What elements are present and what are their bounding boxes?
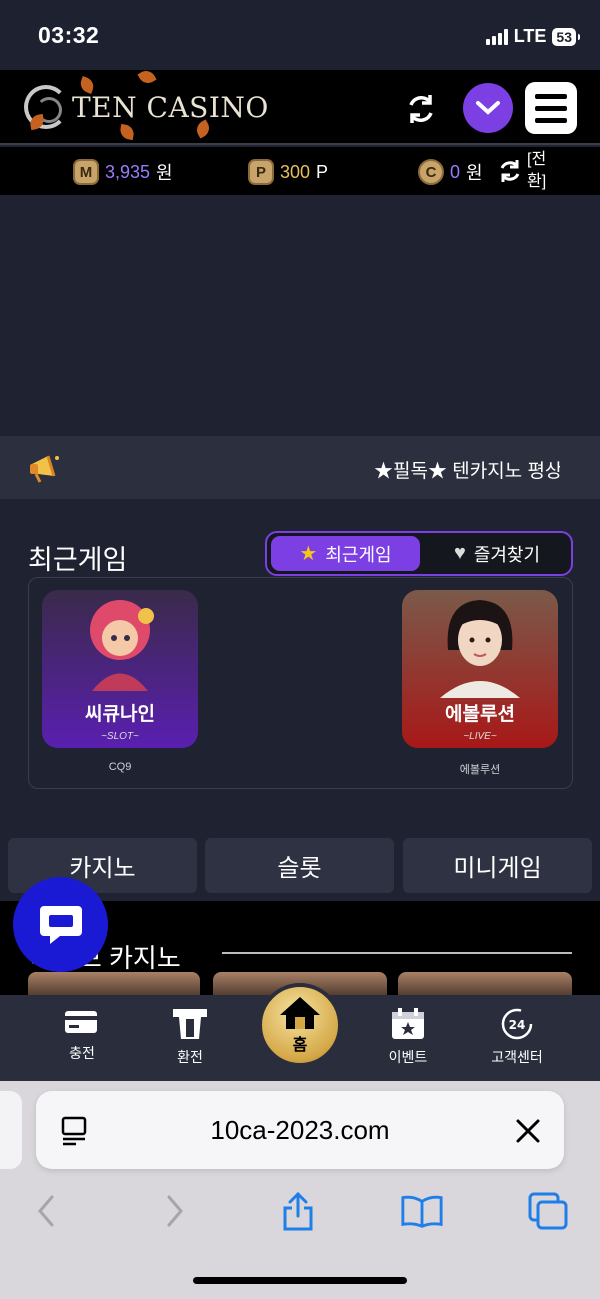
game-name: 씨큐나인 bbox=[85, 704, 155, 725]
chevron-right-icon bbox=[167, 1195, 183, 1227]
money-icon: M bbox=[73, 159, 99, 185]
point-value: 300 bbox=[280, 161, 311, 182]
comp-value: 0 bbox=[450, 161, 461, 182]
status-time: 03:32 bbox=[38, 22, 100, 48]
refresh-button[interactable] bbox=[400, 88, 442, 130]
comp-unit: 원 bbox=[466, 163, 483, 183]
live-dealer-image bbox=[440, 600, 520, 698]
svg-text:24: 24 bbox=[509, 1018, 526, 1032]
game-provider: CQ9 bbox=[108, 761, 132, 773]
nav-charge-label: 충전 bbox=[69, 1045, 95, 1061]
url-text: 10ca-2023.com bbox=[210, 1115, 390, 1145]
tabs-icon bbox=[528, 1192, 568, 1230]
logo-text: TEN CASINO bbox=[72, 90, 269, 124]
nav-home-label: 홈 bbox=[292, 1037, 308, 1054]
live-chat-button[interactable] bbox=[13, 877, 108, 972]
star-icon: ★ bbox=[299, 543, 318, 565]
game-provider: 에볼루션 bbox=[459, 764, 501, 776]
address-bar[interactable]: 10ca-2023.com bbox=[36, 1091, 564, 1169]
game-name: 에볼루션 bbox=[445, 704, 515, 725]
chat-bubble-icon bbox=[39, 905, 82, 944]
nav-support-label: 고객센터 bbox=[491, 1049, 543, 1065]
nav-home-button[interactable]: 홈 bbox=[258, 983, 342, 1067]
recent-games-list: 씨큐나인 ~SLOT~ CQ9 에볼루션 ~LIVE~ 에볼루션 bbox=[28, 577, 573, 789]
status-indicators: LTE 53 bbox=[485, 26, 580, 47]
exchange-label: [전환] bbox=[527, 151, 547, 190]
nav-event-label: 이벤트 bbox=[388, 1049, 428, 1065]
point-balance: P 300 P bbox=[248, 159, 328, 185]
home-indicator bbox=[193, 1277, 407, 1284]
money-balance: M 3,935 원 bbox=[73, 159, 173, 185]
browser-toolbar: 10ca-2023.com bbox=[0, 1081, 600, 1299]
game-tag: ~SLOT~ bbox=[101, 731, 139, 742]
section-divider bbox=[222, 952, 572, 954]
recent-games-toggle: ★ 최근게임 ♥ 즐겨찾기 bbox=[265, 531, 573, 576]
network-label: LTE bbox=[513, 26, 547, 46]
close-icon[interactable] bbox=[514, 1117, 542, 1145]
heart-icon: ♥ bbox=[453, 542, 466, 564]
notice-bar[interactable]: ★필독★ 텐카지노 평상 bbox=[0, 436, 600, 499]
hamburger-menu-button[interactable] bbox=[525, 82, 577, 134]
card-icon bbox=[65, 1011, 97, 1033]
chevron-down-icon bbox=[476, 101, 500, 115]
money-unit: 원 bbox=[156, 163, 173, 183]
exchange-icon bbox=[500, 160, 520, 182]
tab-recent-label: 최근게임 bbox=[325, 544, 392, 565]
book-icon bbox=[401, 1195, 443, 1228]
balance-bar: M 3,935 원 P 300 P C 0 원 [전환] bbox=[0, 147, 600, 195]
previous-tab[interactable] bbox=[0, 1091, 22, 1169]
forward-button[interactable] bbox=[153, 1189, 197, 1233]
game-tag: ~LIVE~ bbox=[463, 731, 497, 742]
point-unit: P bbox=[316, 161, 329, 182]
status-bar: 03:32 LTE 53 bbox=[0, 0, 600, 70]
nav-withdraw-label: 환전 bbox=[177, 1049, 203, 1065]
nav-support[interactable]: 24 고객센터 bbox=[477, 1007, 557, 1067]
comp-icon: C bbox=[418, 159, 444, 185]
share-icon bbox=[283, 1191, 313, 1231]
tab-favorites[interactable]: ♥ 즐겨찾기 bbox=[427, 536, 567, 571]
site-header: TEN CASINO bbox=[0, 67, 600, 145]
dropdown-button[interactable] bbox=[463, 83, 513, 133]
signal-icon bbox=[485, 28, 508, 45]
megaphone-icon bbox=[30, 455, 59, 483]
logo[interactable]: TEN CASINO bbox=[24, 82, 269, 132]
recent-games-title: 최근게임 bbox=[28, 545, 128, 575]
battery-icon: 53 bbox=[552, 27, 580, 46]
tab-recent[interactable]: ★ 최근게임 bbox=[271, 536, 420, 571]
notice-text: ★필독★ 텐카지노 평상 bbox=[374, 461, 560, 482]
category-minigame-button[interactable]: 미니게임 bbox=[403, 838, 592, 893]
game-card-evolution[interactable]: 에볼루션 ~LIVE~ bbox=[402, 590, 558, 748]
money-value: 3,935 bbox=[105, 161, 151, 182]
chevron-left-icon bbox=[38, 1195, 54, 1227]
nav-event[interactable]: 이벤트 bbox=[368, 1007, 448, 1067]
share-button[interactable] bbox=[276, 1189, 320, 1233]
bookmarks-button[interactable] bbox=[400, 1189, 444, 1233]
atm-icon bbox=[173, 1009, 207, 1039]
comp-balance: C 0 원 bbox=[418, 159, 483, 185]
refresh-icon bbox=[409, 95, 433, 123]
tab-favorites-label: 즐겨찾기 bbox=[473, 544, 541, 565]
home-icon bbox=[280, 997, 320, 1029]
tabs-button[interactable] bbox=[526, 1189, 570, 1233]
category-slot-button[interactable]: 슬롯 bbox=[205, 838, 394, 893]
back-button[interactable] bbox=[24, 1189, 68, 1233]
support-24-icon: 24 bbox=[501, 1008, 533, 1040]
game-card-cq9[interactable]: 씨큐나인 ~SLOT~ bbox=[42, 590, 198, 748]
exchange-button[interactable]: [전환] bbox=[495, 149, 551, 193]
nav-charge[interactable]: 충전 bbox=[42, 1007, 122, 1063]
nav-withdraw[interactable]: 환전 bbox=[150, 1007, 230, 1067]
slot-character-image bbox=[90, 600, 154, 691]
calendar-star-icon bbox=[392, 1008, 424, 1039]
point-icon: P bbox=[248, 159, 274, 185]
